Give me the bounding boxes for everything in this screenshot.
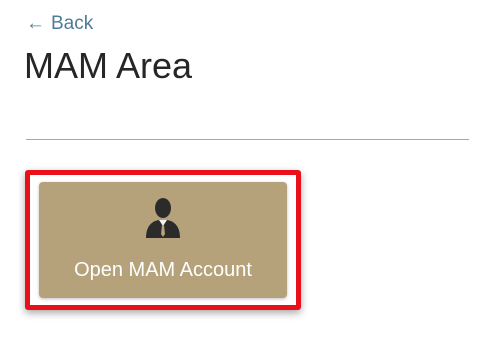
- open-mam-account-label: Open MAM Account: [74, 259, 252, 281]
- open-mam-account-button[interactable]: Open MAM Account: [39, 182, 287, 298]
- back-link[interactable]: ← Back: [26, 12, 93, 36]
- page-title: MAM Area: [24, 45, 193, 86]
- mam-area-page: ← Back MAM Area Open MAM Account: [0, 0, 479, 354]
- back-arrow-icon: ←: [26, 13, 45, 34]
- title-divider: [26, 139, 469, 140]
- back-label: Back: [51, 13, 94, 34]
- user-tie-icon: [146, 198, 180, 238]
